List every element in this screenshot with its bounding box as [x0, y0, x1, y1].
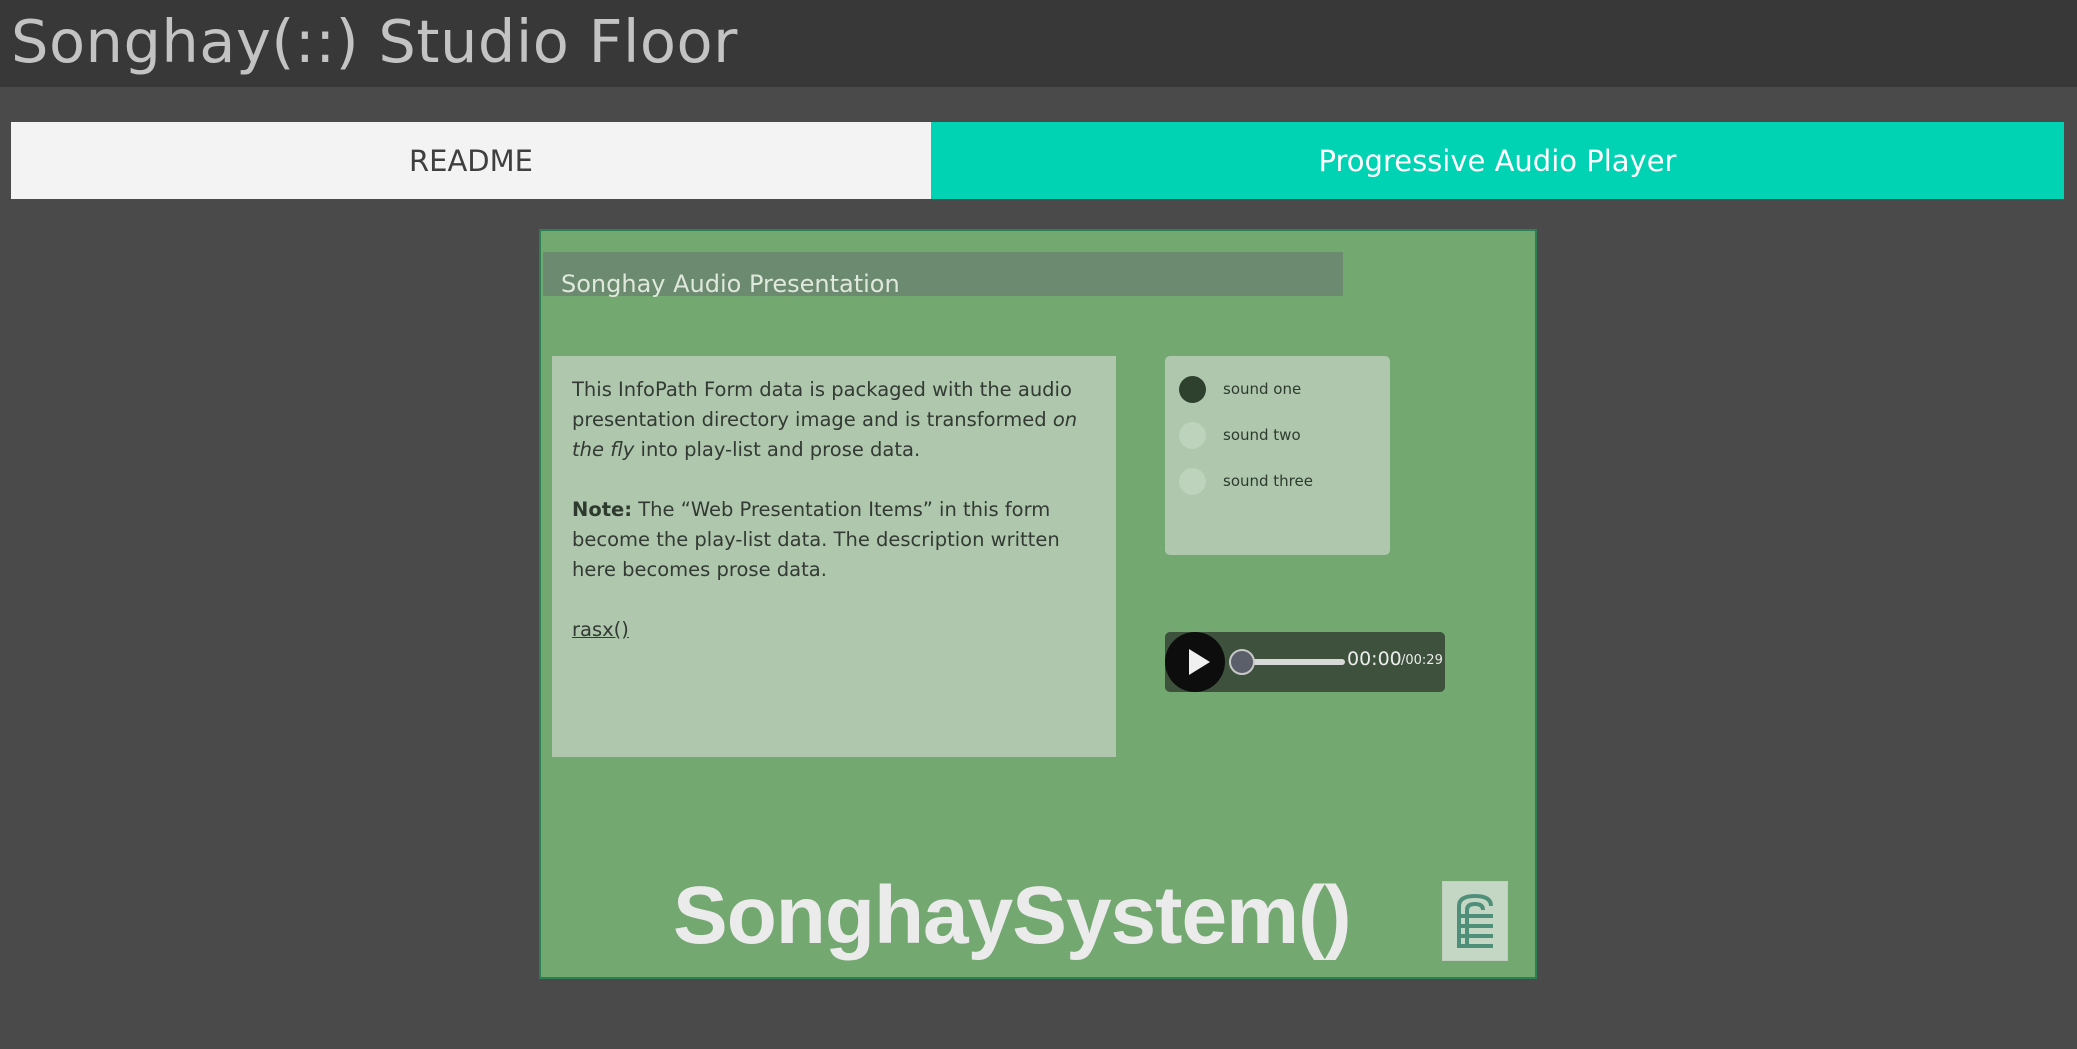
total-time: /00:29 [1401, 653, 1443, 668]
current-time: 00:00 [1347, 648, 1402, 670]
tab-bar: README Progressive Audio Player [11, 122, 2064, 199]
audio-presentation: Songhay Audio Presentation This InfoPath… [539, 229, 1537, 979]
tab-progressive-audio-player[interactable]: Progressive Audio Player [931, 122, 2064, 199]
author-link[interactable]: rasx() [572, 618, 629, 641]
app-header: Songhay(::) Studio Floor [0, 0, 2077, 87]
playlist-item-label: sound three [1223, 472, 1313, 490]
playlist-item-label: sound two [1223, 426, 1301, 444]
prose-panel: This InfoPath Form data is packaged with… [552, 356, 1116, 757]
playlist: sound one sound two sound three [1165, 356, 1390, 555]
note-label: Note: [572, 498, 633, 521]
radio-unselected-icon[interactable] [1179, 467, 1206, 495]
play-button[interactable] [1165, 632, 1225, 692]
prose-text: The “Web Presentation Items” in this for… [572, 498, 1060, 581]
playlist-item-sound-one[interactable]: sound one [1165, 366, 1390, 412]
brand-wordmark: SonghaySystem() [673, 870, 1352, 961]
songhay-logo-icon [1442, 881, 1508, 961]
prose-paragraph-2: Note: The “Web Presentation Items” in th… [572, 495, 1096, 585]
radio-unselected-icon[interactable] [1179, 421, 1206, 449]
prose-text: This InfoPath Form data is packaged with… [572, 378, 1072, 431]
audio-player: 00:00 /00:29 [1165, 632, 1445, 692]
presentation-title: Songhay Audio Presentation [561, 270, 900, 298]
playlist-item-label: sound one [1223, 380, 1302, 398]
logo-glyph [1457, 893, 1493, 948]
presentation-title-bar: Songhay Audio Presentation [543, 252, 1343, 298]
prose-paragraph-3: rasx() [572, 615, 1096, 645]
playlist-item-sound-two[interactable]: sound two [1165, 412, 1390, 458]
radio-selected-icon[interactable] [1179, 375, 1206, 403]
play-icon [1189, 649, 1210, 675]
seek-bar[interactable] [1245, 659, 1345, 665]
playlist-item-sound-three[interactable]: sound three [1165, 458, 1390, 504]
app-title: Songhay(::) Studio Floor [11, 7, 738, 76]
tab-readme[interactable]: README [11, 122, 931, 199]
prose-text: into play-list and prose data. [634, 438, 921, 461]
seek-handle[interactable] [1229, 649, 1255, 675]
prose-paragraph-1: This InfoPath Form data is packaged with… [572, 375, 1096, 465]
